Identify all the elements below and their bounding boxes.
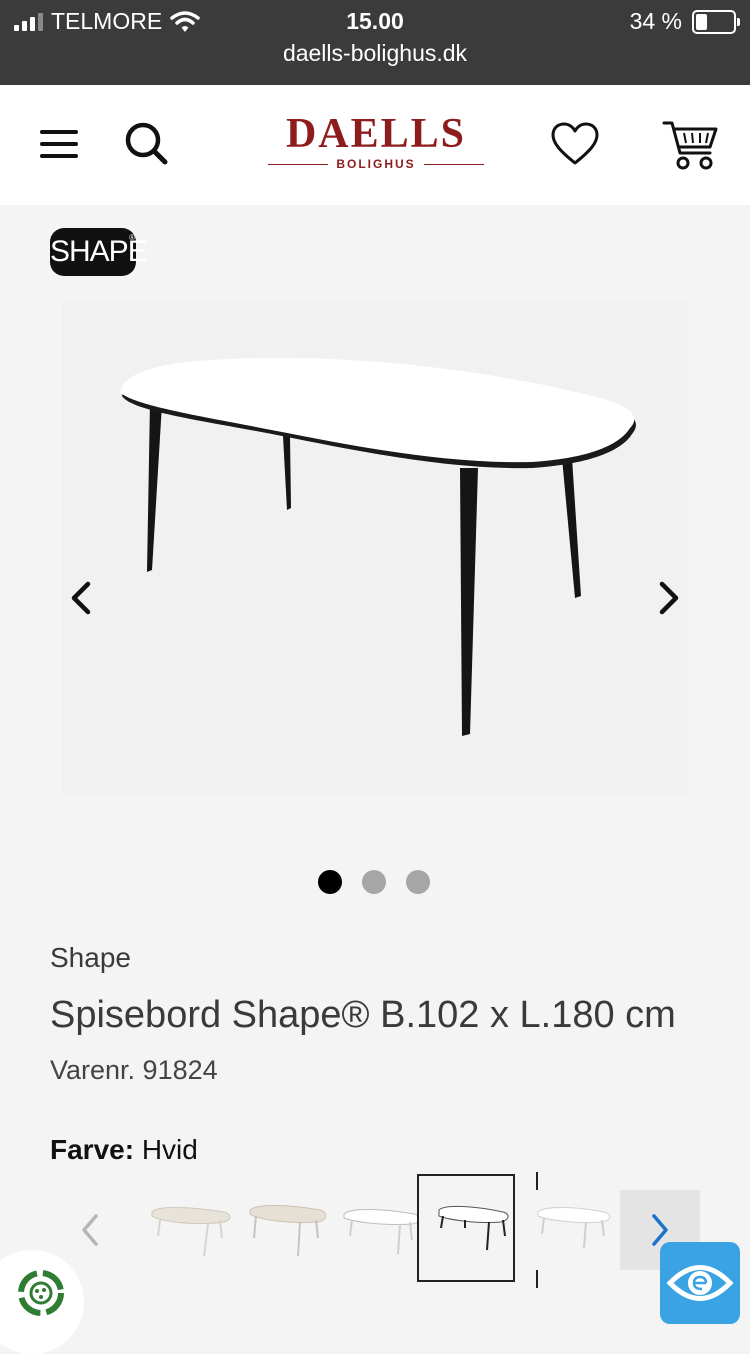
menu-icon[interactable] [40, 128, 78, 160]
eye-icon [666, 1265, 734, 1301]
product-image-gallery[interactable] [62, 300, 688, 796]
variant-image [438, 1205, 509, 1251]
gallery-dot-3[interactable] [406, 870, 430, 894]
gallery-next-arrow[interactable] [654, 578, 684, 618]
site-header: DAELLS BOLIGHUS [0, 85, 750, 205]
variant-thumb-4-selected[interactable] [417, 1174, 515, 1282]
battery-group: 34 % [629, 8, 740, 35]
cart-icon[interactable] [662, 119, 720, 173]
gallery-dot-2[interactable] [362, 870, 386, 894]
logo-text: DAELLS [285, 111, 467, 157]
battery-percent: 34 % [629, 8, 682, 34]
registered-mark: ® [129, 233, 135, 242]
variant-image [249, 1205, 327, 1257]
status-bar: TELMORE 15.00 34 % daells-bolighus.dk [0, 0, 750, 85]
variant-image [151, 1207, 231, 1257]
variant-thumb-2[interactable] [244, 1176, 338, 1280]
product-title: Spisebord Shape® B.102 x L.180 cm [50, 994, 676, 1036]
variant-prev-arrow[interactable] [76, 1212, 106, 1248]
color-label: Farve: [50, 1134, 135, 1165]
recycle-icon [18, 1270, 64, 1316]
color-value: Hvid [141, 1134, 198, 1165]
variant-image [537, 1207, 611, 1249]
variant-thumb-1[interactable] [146, 1176, 240, 1280]
eco-badge[interactable] [0, 1250, 84, 1354]
gallery-prev-arrow[interactable] [66, 578, 96, 618]
product-brand-link[interactable]: Shape [50, 942, 131, 974]
site-logo[interactable]: DAELLS BOLIGHUS [262, 113, 490, 173]
gallery-pagination [318, 870, 430, 894]
color-selection-label: Farve: Hvid [50, 1134, 198, 1166]
variant-thumb-5[interactable] [530, 1176, 624, 1280]
product-sku: Varenr. 91824 [50, 1055, 218, 1085]
logo-subtext: BOLIGHUS [262, 157, 490, 171]
accessibility-eye-button[interactable] [660, 1242, 740, 1324]
gallery-dot-1[interactable] [318, 870, 342, 894]
heart-icon[interactable] [550, 121, 600, 167]
url-bar[interactable]: daells-bolighus.dk [0, 40, 750, 67]
search-icon[interactable] [123, 120, 169, 166]
battery-icon [692, 9, 740, 34]
brand-logo-badge[interactable]: SHAPE ® [50, 228, 148, 276]
product-image[interactable] [62, 300, 688, 796]
